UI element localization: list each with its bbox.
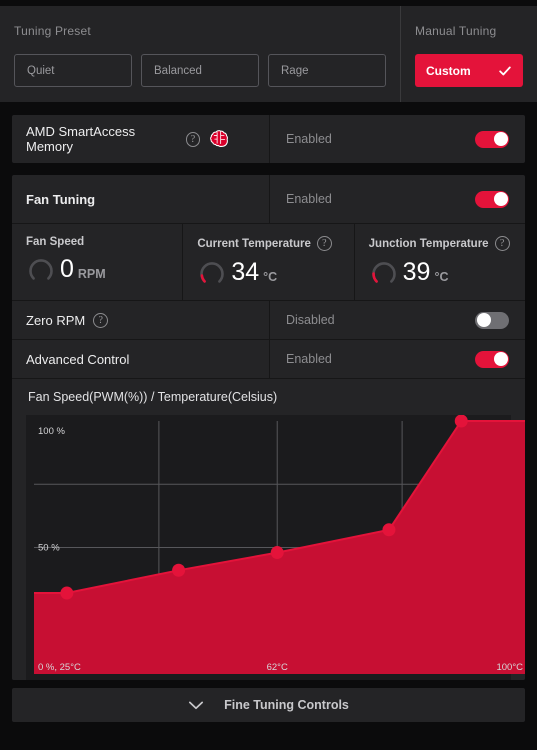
smart-access-memory-title: AMD SmartAccess Memory [26,124,136,154]
radeon-tuning-panel: Tuning Preset Quiet Balanced Rage Manual… [0,0,537,750]
smart-access-memory-card: AMD SmartAccess Memory ? Enabled [12,115,525,163]
custom-tuning-button[interactable]: Custom [415,54,523,87]
metric-current-temperature: Current Temperature ? 34 °C [183,224,355,300]
fan-tuning-row: Fan Tuning Enabled [12,175,525,224]
zero-rpm-state: Disabled [286,313,335,327]
advanced-control-left: Advanced Control [12,340,270,378]
zero-rpm-row: Zero RPM ? Disabled [12,301,525,340]
chart-x-tick-label: 0 %, 25°C [38,662,81,673]
metric-current-temperature-head: Current Temperature ? [197,236,353,251]
metric-fan-speed-value: 0 [60,254,74,283]
zero-rpm-toggle[interactable] [475,311,509,329]
toggle-knob [493,132,508,146]
tuning-preset-label: Tuning Preset [14,24,91,38]
fan-curve-plot[interactable]: 30°C / 32 % 47°C / 41 % 62°C / 48 % 79°C / … [26,415,525,680]
preset-button-balanced[interactable]: Balanced [141,54,259,87]
advanced-control-row: Advanced Control Enabled [12,340,525,379]
manual-tuning-label: Manual Tuning [415,24,497,38]
smart-access-memory-row: AMD SmartAccess Memory ? Enabled [12,115,525,163]
advanced-control-state: Enabled [286,352,332,366]
gauge-icon [371,262,396,283]
spacer [0,163,537,175]
custom-tuning-label: Custom [426,63,471,78]
tuning-preset-bar: Tuning Preset Quiet Balanced Rage Manual… [0,6,537,103]
smart-access-memory-left: AMD SmartAccess Memory ? [12,115,270,163]
gauge-icon [29,259,53,280]
zero-rpm-right: Disabled [270,301,525,339]
chart-x-tick-label: 100°C [496,662,523,673]
fan-tuning-left: Fan Tuning [12,175,270,223]
advanced-control-title: Advanced Control [26,351,130,367]
metric-junction-temperature-value: 39 [402,257,431,286]
help-icon[interactable]: ? [316,236,332,251]
chart-y-tick-label: 50 % [38,543,60,554]
smart-access-memory-toggle[interactable] [475,130,509,148]
fan-curve-chart-wrap: 30°C / 32 % 47°C / 41 % 62°C / 48 % 79°C / … [12,415,525,680]
smart-access-memory-state: Enabled [286,132,332,146]
fan-tuning-toggle[interactable] [475,190,509,208]
tuning-preset-buttons: Quiet Balanced Rage [14,54,386,87]
fan-tuning-title: Fan Tuning [26,191,96,207]
fan-metrics-strip: Fan Speed 0 RPM Current Temperature ? 34… [12,224,525,301]
metric-fan-speed-unit: RPM [77,267,106,281]
fan-tuning-card: Fan Tuning Enabled Fan Speed 0 RPM Curre… [12,175,525,680]
metric-fan-speed-head: Fan Speed [26,236,182,248]
metric-junction-temperature-body: 39 °C [369,257,525,287]
fan-curve-chart[interactable]: 30°C / 32 % 47°C / 41 % 62°C / 48 % 79°C / … [26,415,525,680]
metric-current-temperature-body: 34 °C [197,257,353,287]
chevron-down-icon [189,701,204,710]
help-icon[interactable]: ? [494,236,510,251]
fine-tuning-controls-label: Fine Tuning Controls [224,698,349,712]
smart-access-memory-right: Enabled [270,115,525,163]
metric-junction-temperature-label: Junction Temperature [368,237,489,250]
metric-junction-temperature-head: Junction Temperature ? [369,236,525,251]
chart-data-point[interactable]: 47°C / 41 % [172,563,186,577]
chart-data-point[interactable]: 79°C / 57 % [382,523,396,537]
metric-current-temperature-value: 34 [231,257,260,286]
check-icon [499,65,511,75]
metric-current-temperature-label: Current Temperature [197,237,311,250]
help-icon[interactable]: ? [93,312,109,328]
spacer [0,103,537,115]
chart-y-tick-label: 100 % [38,426,65,437]
zero-rpm-title: Zero RPM [26,312,86,328]
toggle-knob [476,313,491,327]
zero-rpm-left: Zero RPM ? [12,301,270,339]
tuning-preset-section: Tuning Preset Quiet Balanced Rage [0,6,401,102]
toggle-knob [493,192,508,206]
fine-tuning-controls-button[interactable]: Fine Tuning Controls [12,688,525,722]
advanced-control-toggle[interactable] [475,350,509,368]
metric-fan-speed: Fan Speed 0 RPM [12,224,184,300]
chart-data-point[interactable]: 62°C / 48 % [270,546,284,560]
metric-fan-speed-body: 0 RPM [26,254,182,284]
toggle-knob [493,352,508,366]
fan-tuning-state: Enabled [286,192,332,206]
chart-data-point[interactable]: 90°C / 100 % [454,415,468,428]
preset-button-quiet[interactable]: Quiet [14,54,132,87]
help-icon[interactable]: ? [185,131,201,147]
manual-tuning-section: Manual Tuning Custom [401,6,537,102]
chart-x-tick-label: 62°C [267,662,288,673]
metric-junction-temperature-unit: °C [434,270,449,284]
gauge-icon [200,262,225,283]
chart-data-point[interactable]: 30°C / 32 % [60,586,74,600]
metric-junction-temperature: Junction Temperature ? 39 °C [355,224,525,300]
brain-icon [210,130,229,147]
advanced-control-right: Enabled [270,340,525,378]
fan-tuning-right: Enabled [270,175,525,223]
fan-curve-title: Fan Speed(PWM(%)) / Temperature(Celsius) [28,390,278,404]
preset-button-rage[interactable]: Rage [268,54,386,87]
metric-fan-speed-label: Fan Speed [26,236,85,248]
metric-current-temperature-unit: °C [263,270,278,284]
